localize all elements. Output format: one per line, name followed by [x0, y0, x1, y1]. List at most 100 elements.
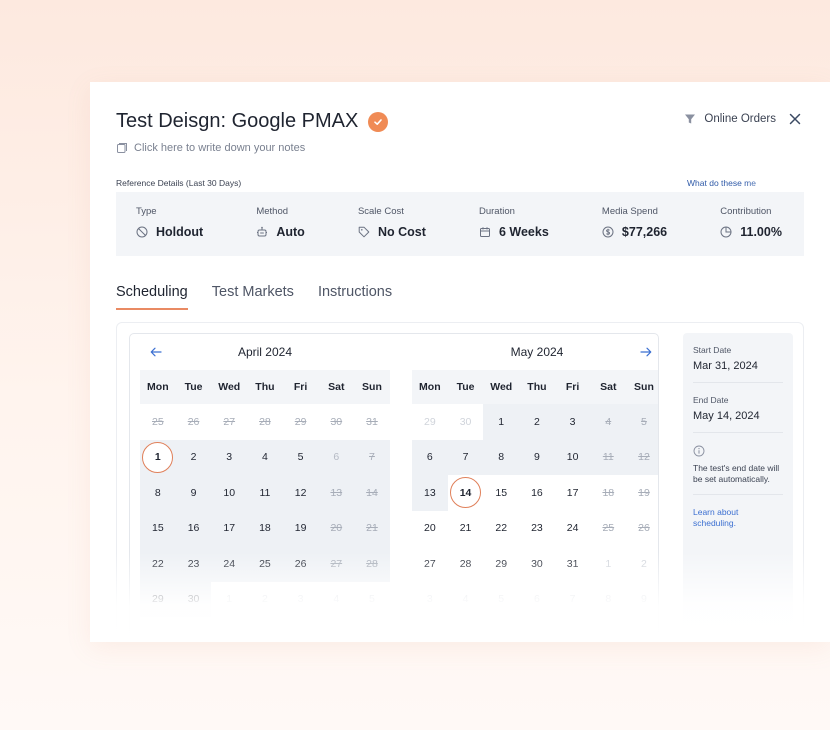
calendar-day[interactable]: 6: [318, 439, 355, 475]
calendar-day[interactable]: 29: [483, 546, 519, 582]
calendar-day[interactable]: 13: [412, 475, 448, 511]
stat-label: Scale Cost: [357, 206, 404, 217]
calendar-day: 27: [211, 404, 247, 440]
day-number: 19: [638, 486, 650, 499]
tab-scheduling[interactable]: Scheduling: [116, 284, 188, 310]
calendar-day[interactable]: 11: [247, 475, 283, 511]
day-number: 2: [533, 415, 540, 428]
schedule-summary: Start Date Mar 31, 2024 End Date May 14,…: [683, 333, 793, 642]
day-number: 1: [154, 451, 161, 464]
calendar-day: 13: [318, 475, 355, 511]
calendar-day[interactable]: 29: [140, 581, 176, 617]
day-number: 19: [294, 522, 307, 535]
calendar-day[interactable]: 23: [519, 511, 555, 547]
calendar-day[interactable]: 26: [282, 546, 319, 582]
info-icon: [693, 445, 783, 457]
calendar-day[interactable]: 4: [247, 439, 283, 475]
day-grid: Mon Tue Wed Thu Fri Sat Sun 25 26 27 28 29 30 31 1 2 3 4 5…: [140, 370, 390, 617]
day-number: 29: [294, 415, 307, 428]
weekday-header: Tue: [447, 370, 484, 404]
calendar-day[interactable]: 1: [483, 404, 520, 440]
calendar-day: 1: [590, 546, 626, 582]
calendar-day[interactable]: 5: [282, 439, 319, 475]
calendar-day[interactable]: 9: [175, 475, 212, 511]
day-number: 4: [261, 451, 268, 464]
end-date-block: End Date May 14, 2024: [693, 383, 783, 433]
calendar-day[interactable]: 16: [519, 475, 555, 511]
calendar-day: 28: [354, 546, 390, 582]
day-number: 20: [424, 522, 436, 535]
calendar-day[interactable]: 20: [412, 511, 448, 547]
calendar-day[interactable]: 19: [282, 510, 319, 546]
calendar-day[interactable]: 22: [483, 511, 519, 547]
calendar-day: 26: [626, 511, 658, 547]
calendar-day[interactable]: 8: [140, 475, 176, 511]
link-fade: [744, 174, 804, 188]
day-number: 30: [330, 415, 343, 428]
next-month-arrow-icon[interactable]: [638, 347, 654, 357]
calendar-day[interactable]: 17: [211, 510, 248, 546]
calendar-day: 29: [283, 404, 319, 440]
stat-method: Method Auto: [256, 192, 304, 256]
day-number: 9: [190, 486, 197, 499]
calendar-day: 6: [519, 582, 555, 618]
month-title: April 2024: [237, 345, 293, 359]
day-number: 10: [223, 486, 236, 499]
day-number: 8: [498, 451, 505, 464]
calendar-day[interactable]: 7: [447, 439, 484, 475]
calendar-day: 20: [318, 510, 355, 546]
calendar-day[interactable]: 30: [175, 581, 212, 617]
day-number: 7: [369, 451, 375, 464]
calendar-day[interactable]: 8: [483, 439, 520, 475]
notes-icon: [116, 142, 128, 154]
calendar-day[interactable]: 27: [412, 546, 448, 582]
selected-day[interactable]: 14: [448, 475, 484, 511]
day-number: 3: [569, 415, 576, 428]
calendar-day[interactable]: 16: [175, 510, 212, 546]
day-number: 6: [533, 593, 540, 606]
end-date-value: May 14, 2024: [693, 410, 760, 422]
selected-day[interactable]: 1: [140, 439, 176, 475]
calendar-day[interactable]: 31: [555, 546, 591, 582]
calendar-day[interactable]: 12: [282, 475, 319, 511]
stat-contribution: Contribution 11.00%: [720, 192, 782, 256]
title-row: Test Deisgn: Google PMAX: [116, 110, 389, 133]
prev-month-arrow-icon[interactable]: [148, 347, 164, 357]
calendar-day[interactable]: 2: [175, 439, 212, 475]
calendar-day[interactable]: 3: [554, 404, 591, 440]
close-icon[interactable]: [788, 112, 802, 126]
calendar-day[interactable]: 28: [448, 546, 484, 582]
calendar-day[interactable]: 22: [140, 546, 176, 582]
day-number: 6: [333, 451, 340, 464]
calendar-day[interactable]: 24: [211, 546, 248, 582]
calendar-day[interactable]: 23: [175, 546, 212, 582]
learn-about-scheduling-link[interactable]: Learn about scheduling.: [693, 495, 783, 529]
test-design-card: Test Deisgn: Google PMAX Click here to w…: [90, 82, 830, 642]
calendar-day[interactable]: 24: [555, 511, 591, 547]
day-number: 15: [495, 486, 508, 499]
calendar-day[interactable]: 9: [519, 439, 555, 475]
calendar-day[interactable]: 17: [555, 475, 591, 511]
calendar-day[interactable]: 10: [554, 439, 591, 475]
notes-prompt[interactable]: Click here to write down your notes: [116, 142, 305, 154]
online-orders-filter[interactable]: Online Orders: [684, 113, 776, 125]
calendar-day[interactable]: 25: [247, 546, 283, 582]
calendar-day[interactable]: 6: [412, 439, 448, 475]
calendar-day[interactable]: 15: [140, 510, 176, 546]
calendar-day[interactable]: 3: [211, 439, 248, 475]
calendar-day[interactable]: 21: [448, 511, 484, 547]
day-number: 12: [294, 486, 307, 499]
calendar-day[interactable]: 2: [519, 404, 555, 440]
calendar-day[interactable]: 15: [483, 475, 519, 511]
tab-instructions[interactable]: Instructions: [318, 284, 392, 310]
calendar-day[interactable]: 30: [519, 546, 555, 582]
calendar-day[interactable]: 10: [211, 475, 248, 511]
weekday-header: Sun: [626, 370, 658, 404]
calendar-icon: [479, 226, 491, 238]
day-number: 24: [223, 557, 236, 570]
tab-test-markets[interactable]: Test Markets: [212, 284, 294, 310]
month-may: May 2024 Mon Tue Wed Thu Fri Sat Sun 29 30 1 2 3 4 5 6…: [412, 334, 658, 618]
day-number: 25: [152, 415, 164, 428]
stat-media-spend: Media Spend $77,266: [602, 192, 667, 256]
calendar-day[interactable]: 18: [247, 510, 283, 546]
